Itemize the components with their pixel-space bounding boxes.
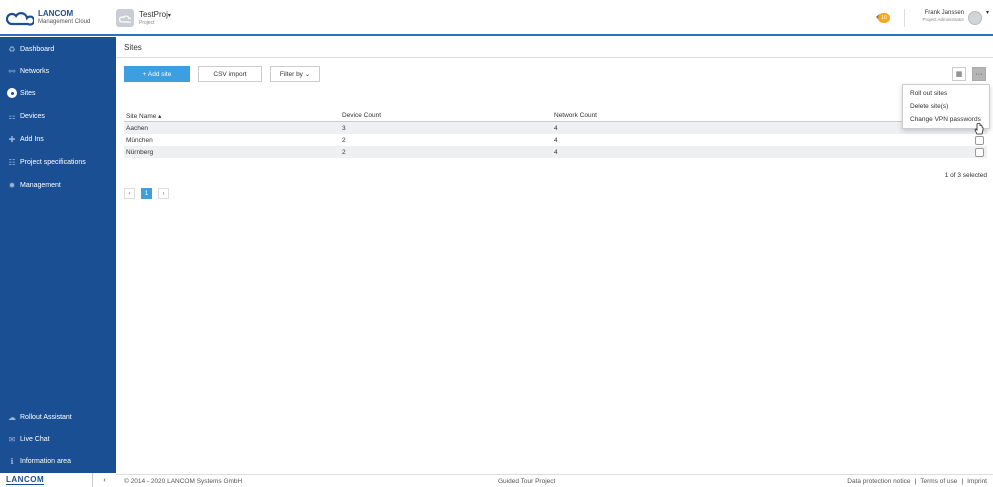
sidebar-item-label: Sites (20, 89, 36, 97)
column-header-device-count[interactable]: Device Count (342, 112, 381, 119)
gear-icon: ✹ (8, 180, 16, 190)
column-header-site-name[interactable]: Site Name ▴ (126, 112, 161, 120)
sidebar-footer: LANCOM ‹ (0, 473, 116, 487)
sidebar-item-devices[interactable]: ⚏ Devices (0, 105, 116, 127)
project-name: TestProj (139, 9, 168, 19)
page-button[interactable]: 1 (141, 188, 152, 199)
sidebar-item-label: Management (20, 181, 61, 189)
sidebar-item-live-chat[interactable]: ✉ Live Chat (0, 429, 116, 449)
sites-table: Site Name ▴ Device Count Network Count A… (124, 110, 987, 158)
table-row[interactable]: München 2 4 (124, 134, 987, 146)
copyright: © 2014 - 2020 LANCOM Systems GmbH (124, 477, 243, 485)
notification-badge: 10 (878, 13, 890, 23)
chevron-down-icon: ▾ (167, 12, 171, 19)
user-role: Project Administrator (922, 17, 964, 23)
user-chevron-down-icon[interactable]: ▾ (986, 9, 989, 16)
project-cloud-icon (116, 9, 134, 27)
cell-device-count: 2 (342, 136, 346, 144)
menu-item-roll-out-sites[interactable]: Roll out sites (903, 87, 989, 100)
networks-icon: ⚯ (8, 66, 16, 76)
cell-site-name: Nürnberg (126, 148, 154, 156)
user-name: Frank Janssen (924, 10, 964, 16)
top-bar: LANCOM Management Cloud TestProj▾ Projec… (0, 0, 993, 36)
avatar[interactable] (968, 11, 982, 25)
brand[interactable]: LANCOM Management Cloud (0, 0, 116, 36)
terms-link[interactable]: Terms of use (920, 478, 957, 485)
pagination: ‹ 1 › (124, 188, 169, 199)
more-options-icon[interactable]: ··· (972, 67, 986, 81)
sidebar-item-label: Information area (20, 457, 71, 465)
footer-separator: | (961, 477, 964, 485)
sidebar-item-project-specifications[interactable]: ☷ Project specifications (0, 151, 116, 173)
sliders-icon: ☷ (8, 157, 16, 167)
sidebar-item-label: Add Ins (20, 135, 44, 143)
puzzle-icon: ✚ (8, 134, 16, 144)
sidebar-item-networks[interactable]: ⚯ Networks (0, 60, 116, 82)
hand-cursor-icon (974, 122, 984, 138)
table-row[interactable]: Nürnberg 2 4 (124, 146, 987, 158)
user-menu[interactable]: Frank Janssen Project Administrator (912, 10, 964, 23)
cell-site-name: Aachen (126, 124, 149, 132)
grid-view-icon[interactable]: ▦ (952, 67, 966, 81)
project-label: Project (139, 20, 155, 27)
collapse-sidebar-button[interactable]: ‹ (92, 473, 116, 487)
cell-device-count: 2 (342, 148, 346, 156)
selection-count: 1 of 3 selected (944, 172, 987, 179)
row-checkbox[interactable] (975, 147, 984, 157)
chat-icon: ✉ (8, 434, 16, 444)
lancom-logo: LANCOM (6, 475, 45, 485)
sidebar-item-label: Networks (20, 67, 50, 75)
devices-icon: ⚏ (8, 111, 16, 121)
menu-item-delete-sites[interactable]: Delete site(s) (903, 100, 989, 113)
filter-by-button[interactable]: Filter by ⌄ (270, 66, 320, 82)
sidebar-item-label: Rollout Assistant (20, 413, 72, 421)
sidebar-item-label: Live Chat (20, 435, 50, 443)
info-icon: ℹ (10, 456, 14, 466)
imprint-link[interactable]: Imprint (967, 478, 987, 485)
project-selector[interactable]: TestProj▾ Project (116, 0, 171, 36)
table-header: Site Name ▴ Device Count Network Count (124, 110, 987, 122)
cell-site-name: München (126, 136, 153, 144)
main-content: Sites + Add site CSV import Filter by ⌄ … (116, 37, 993, 474)
cell-network-count: 4 (554, 136, 558, 144)
page-title: Sites (116, 37, 993, 58)
dashboard-icon: ♻ (8, 44, 16, 54)
sidebar: ♻ Dashboard ⚯ Networks Sites ⚏ Devices ✚… (0, 37, 116, 487)
sidebar-item-sites[interactable]: Sites (0, 82, 116, 104)
notifications-button[interactable]: 10 (874, 11, 890, 25)
toolbar: + Add site CSV import Filter by ⌄ (124, 66, 320, 82)
brand-name: LANCOM (38, 9, 74, 19)
next-page-button[interactable]: › (158, 188, 169, 199)
rollout-icon: ☁ (8, 412, 16, 422)
cell-device-count: 3 (342, 124, 346, 132)
sidebar-item-label: Dashboard (20, 45, 55, 53)
brand-subtitle: Management Cloud (38, 19, 91, 26)
table-row[interactable]: Aachen 3 4 (124, 122, 987, 134)
sidebar-item-dashboard[interactable]: ♻ Dashboard (0, 38, 116, 60)
header-divider (904, 9, 905, 27)
guided-tour-link[interactable]: Guided Tour Project (498, 478, 555, 485)
sidebar-item-label: Project specifications (20, 158, 86, 166)
privacy-link[interactable]: Data protection notice (847, 478, 910, 485)
sidebar-item-add-ins[interactable]: ✚ Add Ins (0, 128, 116, 150)
add-site-button[interactable]: + Add site (124, 66, 190, 82)
sidebar-item-management[interactable]: ✹ Management (0, 174, 116, 196)
sidebar-item-rollout-assistant[interactable]: ☁ Rollout Assistant (0, 407, 116, 427)
footer: © 2014 - 2020 LANCOM Systems GmbH Guided… (116, 474, 993, 487)
location-pin-icon (7, 88, 17, 98)
cell-network-count: 4 (554, 124, 558, 132)
column-header-network-count[interactable]: Network Count (554, 112, 597, 119)
sidebar-item-label: Devices (20, 112, 45, 120)
lancom-cloud-logo-icon (5, 8, 36, 28)
previous-page-button[interactable]: ‹ (124, 188, 135, 199)
cell-network-count: 4 (554, 148, 558, 156)
footer-separator: | (914, 477, 917, 485)
csv-import-button[interactable]: CSV import (198, 66, 262, 82)
sidebar-item-information-area[interactable]: ℹ Information area (0, 451, 116, 471)
